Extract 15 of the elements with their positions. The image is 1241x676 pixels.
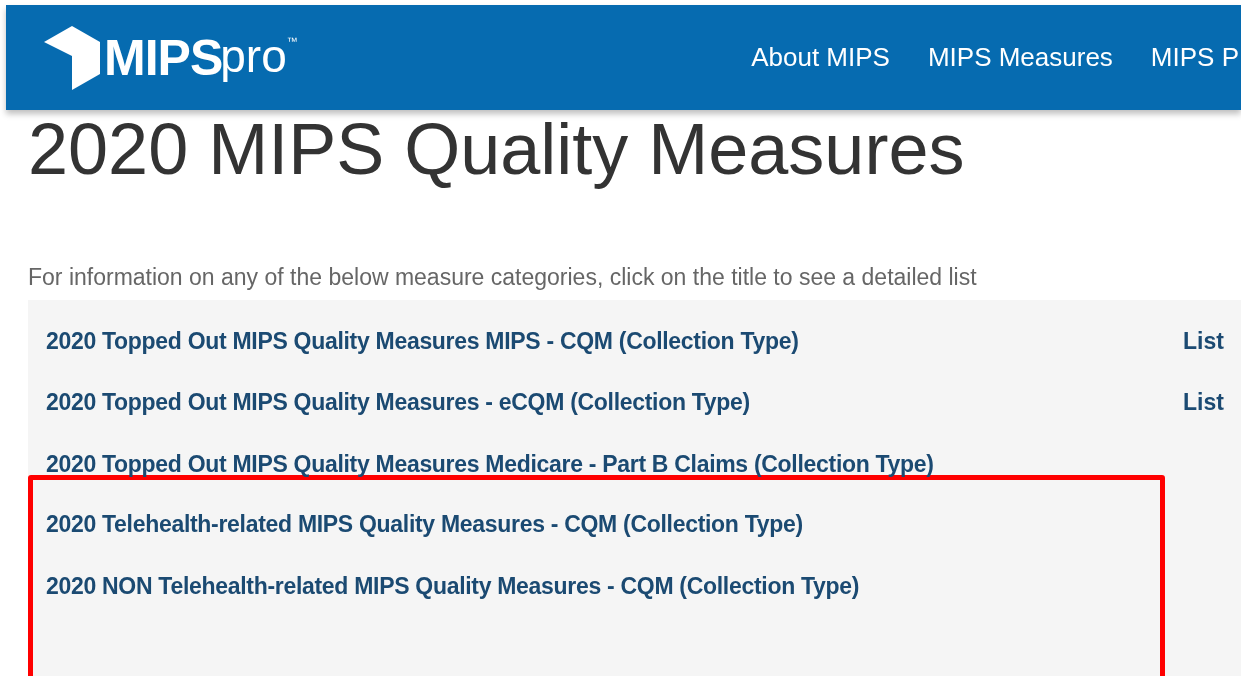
nav-link[interactable]: MIPS P	[1150, 38, 1239, 77]
list-link[interactable]: List	[1183, 385, 1224, 420]
category-link[interactable]: 2020 Telehealth-related MIPS Quality Measures - CQM (Collection Type)	[33, 507, 803, 542]
category-link[interactable]: 2020 Topped Out MIPS Quality Measures - eCQM (Collection Type)	[28, 385, 1183, 420]
category-link[interactable]: 2020 NON Telehealth-related MIPS Quality Measures - CQM (Collection Type)	[33, 568, 860, 604]
nav-link[interactable]: About MIPS	[751, 38, 890, 77]
category-link[interactable]: 2020 Topped Out MIPS Quality Measures Medicare - Part B Claims (Collection Type)	[28, 446, 1183, 482]
logo-text[interactable]: MIPS	[104, 32, 223, 83]
intro-text: For information on any of the below measure categories, click on the title to see a detailed list	[28, 262, 978, 292]
list-link[interactable]: List	[1183, 323, 1224, 359]
trademark-mark: ™	[286, 33, 298, 49]
nav-link[interactable]: MIPS Measures	[927, 38, 1113, 77]
page-title: 2020 MIPS Quality Measures	[28, 112, 966, 188]
category-link[interactable]: 2020 Topped Out MIPS Quality Measures MIPS - CQM (Collection Type)	[28, 323, 1183, 359]
cube-logo-icon	[44, 25, 100, 90]
